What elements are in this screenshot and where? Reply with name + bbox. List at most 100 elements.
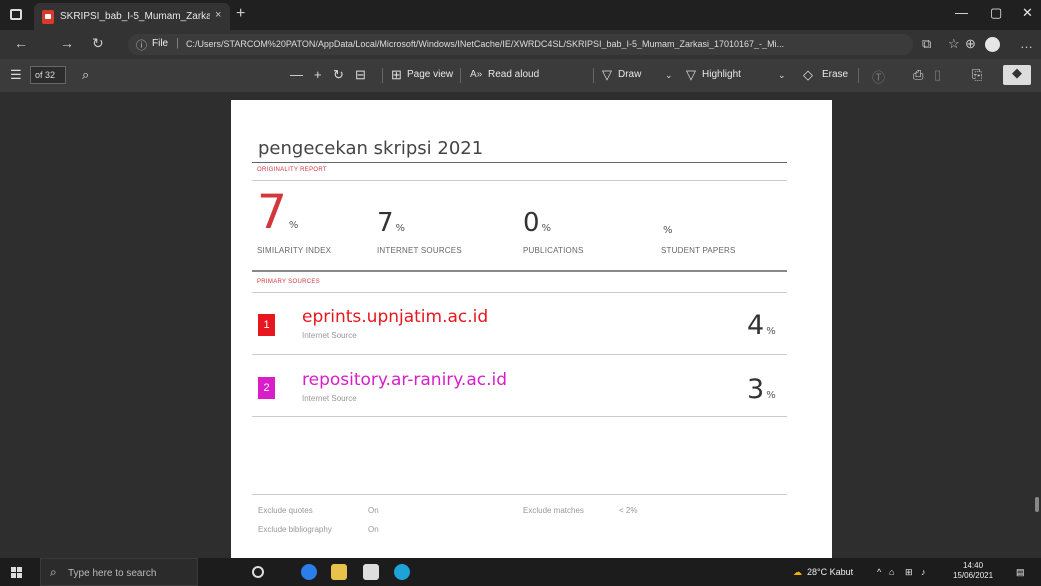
language-icon[interactable]: ⊞	[905, 567, 913, 578]
exclude-quotes-value: On	[368, 506, 379, 515]
report-title: pengecekan skripsi 2021	[258, 138, 484, 159]
windows-start-icon[interactable]	[11, 567, 22, 578]
save-icon[interactable]: ▯	[934, 67, 941, 83]
store-icon[interactable]	[363, 564, 379, 580]
info-icon[interactable]: ⓘ	[136, 37, 147, 53]
weather-icon: ☁	[793, 567, 802, 577]
internet-sources-label: INTERNET SOURCES	[377, 246, 462, 255]
file-explorer-icon[interactable]	[331, 564, 347, 580]
scrollbar-thumb[interactable]	[1035, 497, 1039, 512]
collections-icon[interactable]: ⊕	[965, 36, 976, 52]
toolbar-divider	[858, 68, 859, 83]
window-menu-icon[interactable]	[10, 9, 22, 20]
student-papers-label: STUDENT PAPERS	[661, 246, 736, 255]
volume-icon[interactable]: ♪	[921, 567, 926, 577]
page-view-button[interactable]: Page view	[407, 69, 453, 80]
exclude-matches-label: Exclude matches	[523, 506, 584, 515]
source-type: Internet Source	[302, 331, 357, 340]
toolbar-divider	[593, 68, 594, 83]
back-icon[interactable]: ←	[14, 35, 28, 51]
toolbar-divider	[460, 68, 461, 83]
browser-tab[interactable]: SKRIPSI_bab_I-5_Mumam_Zarka ×	[34, 3, 230, 30]
network-icon[interactable]: ⌂	[889, 567, 894, 577]
profile-avatar[interactable]	[985, 37, 1000, 52]
clock[interactable]: 14:40 15/06/2021	[953, 561, 993, 581]
source-rank-badge: 1	[258, 314, 275, 336]
close-window-button[interactable]: ✕	[1022, 5, 1033, 21]
toolbar-divider	[382, 68, 383, 83]
rotate-icon[interactable]: ↻	[333, 67, 344, 83]
fit-page-icon[interactable]: ⊟	[355, 67, 366, 83]
zoom-out-button[interactable]: —	[290, 67, 303, 82]
url-separator: |	[176, 37, 179, 49]
divider	[252, 292, 787, 293]
vertical-scrollbar[interactable]	[1033, 92, 1041, 558]
publications-value: 0%	[523, 208, 552, 238]
clock-time: 14:40	[963, 561, 984, 570]
erase-icon: ◇	[803, 67, 813, 82]
similarity-index-value: 7%	[257, 185, 299, 240]
internet-sources-value: 7%	[377, 208, 406, 238]
show-hidden-icons[interactable]: ^	[877, 567, 881, 577]
chevron-down-icon[interactable]: ⌄	[665, 70, 673, 81]
weather-text[interactable]: 28°C Kabut	[807, 567, 853, 577]
draw-button[interactable]: Draw	[618, 69, 641, 80]
divider	[252, 180, 787, 181]
highlight-button[interactable]: Highlight	[702, 69, 741, 80]
add-text-icon[interactable]: Ⓣ	[872, 67, 885, 86]
taskbar-search[interactable]: ⌕ Type here to search	[40, 558, 198, 586]
address-bar[interactable]: ⓘ File | C:/Users/STARCOM%20PATON/AppDat…	[128, 34, 913, 55]
pdf-viewer: pengecekan skripsi 2021 ORIGINALITY REPO…	[0, 92, 1041, 558]
zoom-in-button[interactable]: +	[314, 67, 322, 82]
divider	[252, 162, 787, 163]
exclude-bibliography-value: On	[368, 525, 379, 534]
draw-icon: ▽	[602, 67, 612, 82]
exclude-quotes-label: Exclude quotes	[258, 506, 313, 515]
reading-view-icon[interactable]: ⧉	[922, 36, 931, 52]
minimize-button[interactable]: —	[955, 5, 968, 20]
tab-close-button[interactable]: ×	[215, 9, 221, 21]
search-icon: ⌕	[50, 565, 57, 579]
source-name[interactable]: repository.ar-raniry.ac.id	[302, 370, 507, 390]
chevron-down-icon[interactable]: ⌄	[778, 70, 786, 81]
clock-date: 15/06/2021	[953, 571, 994, 580]
chrome-icon[interactable]	[301, 564, 317, 580]
edge-icon[interactable]	[394, 564, 410, 580]
page-view-icon: ⊞	[391, 67, 402, 82]
source-rank-badge: 2	[258, 377, 275, 399]
print-icon[interactable]: ⎙	[913, 67, 923, 83]
more-menu-icon[interactable]: …	[1020, 36, 1033, 51]
pdf-favicon-icon	[42, 10, 54, 24]
originality-report-label: ORIGINALITY REPORT	[257, 167, 327, 173]
pdf-toolbar: ☰ of 32 ⌕ — + ↻ ⊟ ⊞ Page view A» Read al…	[0, 59, 1041, 92]
contents-icon[interactable]: ☰	[10, 67, 22, 83]
notifications-icon[interactable]: ▤	[1016, 567, 1025, 578]
address-bar-row: ← → ↻ ⓘ File | C:/Users/STARCOM%20PATON/…	[0, 30, 1041, 59]
save-as-icon[interactable]: ⎘	[972, 67, 982, 83]
read-aloud-icon: A»	[470, 69, 483, 80]
highlight-icon: ▽	[686, 67, 696, 82]
pin-toolbar-icon[interactable]: ◆	[1003, 65, 1031, 85]
forward-icon[interactable]: →	[60, 35, 74, 51]
taskbar: ⌕ Type here to search ☁ 28°C Kabut ^ ⌂ ⊞…	[0, 558, 1041, 586]
favorites-icon[interactable]: ☆	[948, 36, 960, 52]
publications-label: PUBLICATIONS	[523, 246, 584, 255]
exclude-bibliography-label: Exclude bibliography	[258, 525, 332, 534]
source-name[interactable]: eprints.upnjatim.ac.id	[302, 307, 488, 327]
read-aloud-button[interactable]: Read aloud	[488, 69, 539, 80]
url-scheme: File	[152, 38, 169, 49]
url-text[interactable]: C:/Users/STARCOM%20PATON/AppData/Local/M…	[186, 39, 906, 49]
erase-button[interactable]: Erase	[822, 69, 848, 80]
search-placeholder: Type here to search	[68, 568, 157, 579]
new-tab-button[interactable]: +	[236, 5, 245, 23]
browser-tab-bar: SKRIPSI_bab_I-5_Mumam_Zarka × + — ▢ ✕	[0, 0, 1041, 30]
pdf-page: pengecekan skripsi 2021 ORIGINALITY REPO…	[231, 100, 832, 558]
find-icon[interactable]: ⌕	[82, 67, 89, 83]
cortana-icon[interactable]	[252, 566, 264, 578]
maximize-button[interactable]: ▢	[990, 5, 1002, 21]
page-number-input[interactable]: of 32	[30, 66, 66, 84]
refresh-icon[interactable]: ↻	[92, 35, 104, 52]
tab-title: SKRIPSI_bab_I-5_Mumam_Zarka	[60, 11, 210, 22]
student-papers-value: %	[663, 225, 673, 236]
primary-sources-label: PRIMARY SOURCES	[257, 279, 320, 285]
